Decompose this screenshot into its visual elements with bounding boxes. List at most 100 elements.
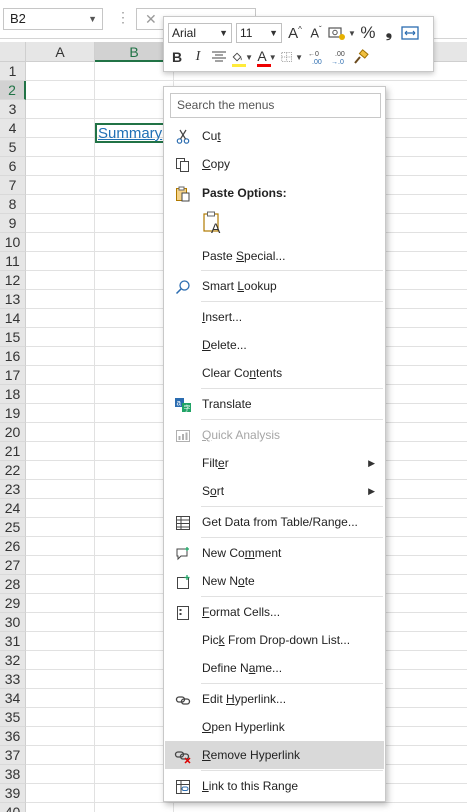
chevron-down-icon[interactable]: ▼ xyxy=(269,53,277,62)
menu-item-remove-hyperlink[interactable]: Remove Hyperlink xyxy=(165,741,384,769)
row-header[interactable]: 13 xyxy=(0,290,26,309)
row-header[interactable]: 35 xyxy=(0,708,26,727)
chevron-down-icon[interactable]: ▼ xyxy=(88,9,97,29)
menu-item-translate[interactable]: a字 Translate xyxy=(165,390,384,418)
menu-item-define-name[interactable]: Define Name... xyxy=(165,654,384,682)
accounting-format-icon xyxy=(328,27,345,40)
font-name-combo[interactable]: Arial ▼ xyxy=(168,23,232,43)
row-header[interactable]: 8 xyxy=(0,195,26,214)
row-header[interactable]: 30 xyxy=(0,613,26,632)
row-header[interactable]: 17 xyxy=(0,366,26,385)
row-header[interactable]: 28 xyxy=(0,575,26,594)
menu-item-cut[interactable]: Cut xyxy=(165,122,384,150)
bold-button[interactable]: B xyxy=(168,46,186,68)
align-center-button[interactable] xyxy=(210,46,228,68)
name-box[interactable]: B2 ▼ xyxy=(3,8,103,30)
row-header[interactable]: 22 xyxy=(0,461,26,480)
row-header[interactable]: 12 xyxy=(0,271,26,290)
menu-item-format-cells[interactable]: Format Cells... xyxy=(165,598,384,626)
fill-color-button[interactable]: ▼ xyxy=(231,46,253,68)
decrease-decimal-button[interactable]: .00 →.0 xyxy=(329,46,349,68)
row-header[interactable]: 19 xyxy=(0,404,26,423)
row-header[interactable]: 24 xyxy=(0,499,26,518)
chevron-down-icon[interactable]: ▼ xyxy=(269,24,278,42)
row-header[interactable]: 25 xyxy=(0,518,26,537)
paste-icon xyxy=(174,185,192,203)
row-header[interactable]: 4 xyxy=(0,119,26,138)
menu-item-link-range[interactable]: Link to this Range xyxy=(165,772,384,800)
row-header[interactable]: 31 xyxy=(0,632,26,651)
row-header[interactable]: 33 xyxy=(0,670,26,689)
row-header[interactable]: 18 xyxy=(0,385,26,404)
row-header[interactable]: 20 xyxy=(0,423,26,442)
borders-button[interactable]: ▼ xyxy=(281,46,303,68)
menu-item-filter[interactable]: Filter ▶ xyxy=(165,449,384,477)
font-size-value: 11 xyxy=(240,26,253,40)
drag-handle-icon[interactable]: ⋮ xyxy=(116,10,130,24)
menu-item-open-hyperlink[interactable]: Open Hyperlink xyxy=(165,713,384,741)
column-header-a[interactable]: A xyxy=(26,42,95,62)
row-header[interactable]: 40 xyxy=(0,803,26,812)
row-header[interactable]: 38 xyxy=(0,765,26,784)
menu-item-get-data[interactable]: Get Data from Table/Range... xyxy=(165,508,384,536)
row-header[interactable]: 11 xyxy=(0,252,26,271)
row-header[interactable]: 2 xyxy=(0,81,26,100)
row-header[interactable]: 6 xyxy=(0,157,26,176)
row-header[interactable]: 7 xyxy=(0,176,26,195)
row-header[interactable]: 37 xyxy=(0,746,26,765)
paste-options-label: Paste Options: xyxy=(202,186,287,200)
format-painter-button[interactable] xyxy=(352,46,370,68)
menu-item-insert[interactable]: Insert... xyxy=(165,303,384,331)
row-header[interactable]: 34 xyxy=(0,689,26,708)
percent-style-button[interactable]: % xyxy=(359,22,377,44)
row-header[interactable]: 36 xyxy=(0,727,26,746)
row-header[interactable]: 23 xyxy=(0,480,26,499)
select-all-corner[interactable] xyxy=(0,42,26,62)
cell-b2-hyperlink[interactable]: Summary xyxy=(98,125,162,142)
accounting-format-button[interactable]: ▼ xyxy=(328,22,356,44)
chevron-down-icon[interactable]: ▼ xyxy=(219,24,228,42)
row-header[interactable]: 27 xyxy=(0,556,26,575)
comma-style-button[interactable]: ❟ xyxy=(380,22,398,44)
font-color-button[interactable]: A ▼ xyxy=(256,46,278,68)
menu-item-label: Open Hyperlink xyxy=(202,720,285,734)
chevron-down-icon[interactable]: ▼ xyxy=(348,29,356,38)
merge-center-button[interactable] xyxy=(401,22,419,44)
row-header[interactable]: 3 xyxy=(0,100,26,119)
menu-item-copy[interactable]: Copy xyxy=(165,150,384,178)
row-header[interactable]: 21 xyxy=(0,442,26,461)
row-header[interactable]: 5 xyxy=(0,138,26,157)
cancel-icon[interactable]: ✕ xyxy=(145,11,157,27)
menu-item-delete[interactable]: Delete... xyxy=(165,331,384,359)
row-header[interactable]: 39 xyxy=(0,784,26,803)
svg-text:a: a xyxy=(177,399,182,408)
menu-item-clear-contents[interactable]: Clear Contents xyxy=(165,359,384,387)
scissors-icon xyxy=(174,128,192,146)
chevron-down-icon[interactable]: ▼ xyxy=(295,53,303,62)
menu-item-new-comment[interactable]: New Comment xyxy=(165,539,384,567)
row-header[interactable]: 32 xyxy=(0,651,26,670)
row-header[interactable]: 16 xyxy=(0,347,26,366)
row-header[interactable]: 10 xyxy=(0,233,26,252)
menu-item-pick-dropdown[interactable]: Pick From Drop-down List... xyxy=(165,626,384,654)
menu-item-new-note[interactable]: New Note xyxy=(165,567,384,595)
increase-decimal-button[interactable]: ←0.00 xyxy=(306,46,326,68)
menu-item-edit-hyperlink[interactable]: Edit Hyperlink... xyxy=(165,685,384,713)
row-header[interactable]: 1 xyxy=(0,62,26,81)
decrease-font-size-button[interactable]: Aˇ xyxy=(307,22,325,44)
row-header[interactable]: 14 xyxy=(0,309,26,328)
font-size-combo[interactable]: 11 ▼ xyxy=(236,23,282,43)
row-header[interactable]: 15 xyxy=(0,328,26,347)
menu-item-sort[interactable]: Sort ▶ xyxy=(165,477,384,505)
menu-item-paste-special[interactable]: Paste Special... xyxy=(165,242,384,270)
row-header[interactable]: 26 xyxy=(0,537,26,556)
menu-item-smart-lookup[interactable]: Smart Lookup xyxy=(165,272,384,300)
increase-font-size-button[interactable]: A^ xyxy=(286,22,304,44)
search-menus-input[interactable]: Search the menus xyxy=(170,93,381,118)
chevron-down-icon[interactable]: ▼ xyxy=(245,53,253,62)
row-header[interactable]: 29 xyxy=(0,594,26,613)
italic-button[interactable]: I xyxy=(189,46,207,68)
paste-keep-text-only-button[interactable]: A xyxy=(201,211,227,237)
menu-item-paste-options: Paste Options: xyxy=(165,179,384,207)
row-header[interactable]: 9 xyxy=(0,214,26,233)
